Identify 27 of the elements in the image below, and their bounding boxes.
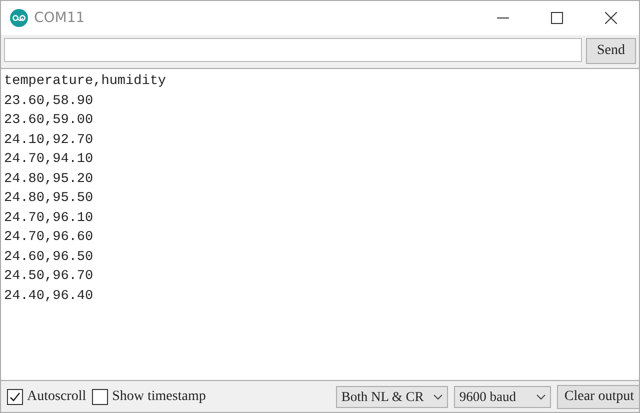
maximize-icon[interactable] xyxy=(551,12,563,24)
close-icon[interactable] xyxy=(605,12,617,24)
logo-icon xyxy=(10,9,28,27)
output-line: 24.80,95.20 xyxy=(4,170,94,188)
output-line: 24.10,92.70 xyxy=(4,132,94,150)
window-title: COM11 xyxy=(34,10,85,26)
output-line: 23.60,59.00 xyxy=(4,112,94,130)
message-field[interactable] xyxy=(4,38,582,62)
baud-rate-dropdown[interactable]: 9600 baud xyxy=(454,386,552,408)
output-line: 24.80,95.50 xyxy=(4,190,94,208)
checkbox[interactable] xyxy=(7,388,23,404)
send-button[interactable]: Send xyxy=(586,38,636,64)
output-line: 24.50,96.70 xyxy=(4,268,94,286)
checkbox-label: Show timestamp xyxy=(112,388,206,404)
output-line: 24.40,96.40 xyxy=(4,288,94,306)
checkbox[interactable] xyxy=(92,388,108,404)
output-line: 23.60,58.90 xyxy=(4,92,94,110)
output-line: 24.70,94.10 xyxy=(4,151,94,169)
output-line: 24.60,96.50 xyxy=(4,248,94,266)
checkbox-label: Autoscroll xyxy=(27,388,86,404)
output-line: 24.70,96.60 xyxy=(4,229,94,247)
caret-icon xyxy=(536,394,546,400)
output-line: 24.70,96.10 xyxy=(4,210,94,228)
clear-output-button[interactable]: Clear output xyxy=(557,384,639,408)
line-ending-dropdown[interactable]: Both NL & CR xyxy=(336,386,448,408)
output-line: temperature,humidity xyxy=(4,73,168,91)
caret-icon xyxy=(433,394,444,400)
